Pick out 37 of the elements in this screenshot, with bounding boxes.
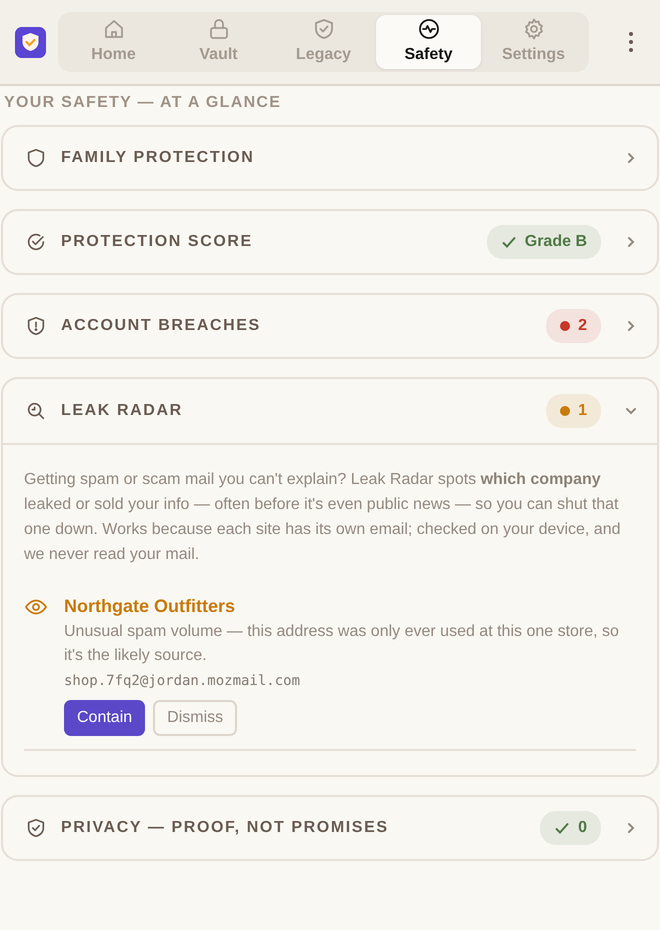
chevron-icon [625, 822, 637, 834]
chevron-icon [625, 320, 637, 332]
card-header[interactable]: FAMILY PROTECTION [3, 127, 657, 189]
search-icon [25, 400, 47, 422]
card-title: ACCOUNT BREACHES [61, 316, 262, 336]
card-header[interactable]: LEAK RADAR 1 [3, 379, 657, 445]
card-header[interactable]: PROTECTION SCORE Grade B [3, 211, 657, 273]
card-header[interactable]: ACCOUNT BREACHES 2 [3, 295, 657, 357]
status-pill: Grade B [486, 225, 601, 259]
card-header[interactable]: PRIVACY — PROOF, NOT PROMISES 0 [3, 797, 657, 859]
email-address: shop.7fq2@jordan.mozmail.com [64, 672, 302, 691]
kebab-icon [629, 32, 633, 52]
alert-detail: Unusual spam volume — this address was only ever used at this one store, so it's the likely source. [64, 622, 620, 666]
description-text: Getting spam or scam mail you can't explain? Leak Radar spots which company leaked or sold your info — often before it's even public news — so you can shut that one down. Works because each site has its own email; checked on your device, and we never read your mail. [24, 470, 622, 565]
shield-check-icon [25, 817, 47, 839]
shield-alert-icon [25, 315, 47, 337]
status-pill: 1 [546, 394, 601, 428]
check-icon [500, 234, 517, 250]
check-circle-icon [25, 231, 47, 253]
card-title: PROTECTION SCORE [61, 232, 254, 252]
card-title: LEAK RADAR [61, 401, 184, 421]
alert-title: Northgate Outfitters [64, 595, 236, 618]
chevron-icon [625, 152, 637, 164]
nav-tab[interactable]: Safety [376, 15, 481, 69]
shield-icon [25, 147, 47, 169]
contain-button[interactable]: Contain [64, 700, 146, 736]
chevron-icon [625, 236, 637, 248]
dismiss-button[interactable]: Dismiss [153, 700, 238, 736]
section-heading: YOUR SAFETY — AT A GLANCE [3, 93, 282, 113]
status-pill: 2 [546, 309, 601, 343]
card-title: FAMILY PROTECTION [61, 148, 256, 168]
chevron-icon [625, 405, 637, 417]
status-pill: 0 [540, 811, 601, 845]
pulse-icon [416, 17, 440, 41]
app-logo [15, 26, 46, 58]
check-icon [554, 820, 570, 836]
card-title: PRIVACY — PROOF, NOT PROMISES [61, 818, 390, 838]
